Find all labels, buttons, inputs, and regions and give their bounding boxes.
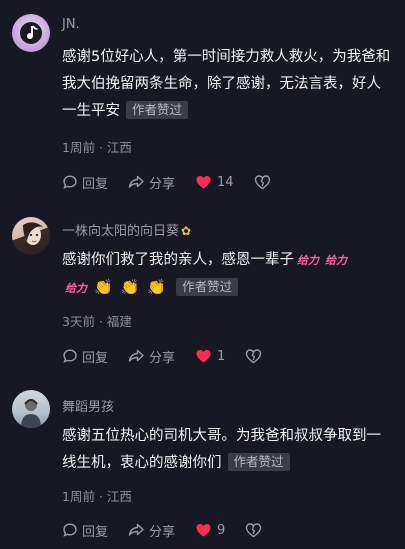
author-liked-badge: 作者赞过 (227, 453, 290, 471)
like-count: 9 (217, 522, 226, 538)
author-liked-badge: 作者赞过 (176, 278, 239, 296)
broken-heart-icon (254, 175, 270, 190)
avatar[interactable] (12, 14, 50, 52)
reply-label: 回复 (82, 350, 109, 366)
share-icon (128, 175, 144, 188)
sticker-emoji: 给力 (297, 254, 319, 267)
clap-emoji: 👏 (147, 278, 167, 296)
reply-button[interactable]: 回复 (62, 173, 108, 192)
sticker-emoji: 给力 (325, 254, 347, 267)
avatar[interactable] (12, 217, 50, 255)
heart-filled-icon (196, 524, 211, 537)
sunflower-icon: ✿ (181, 224, 192, 238)
like-button[interactable]: 1 (195, 348, 225, 364)
author-name: 一株向太阳的向日葵 (62, 224, 180, 239)
comment-actions: 回复 分享 9 (62, 520, 286, 540)
comment-text: 感谢5位好心人，第一时间接力救人救火，为我爸和我大伯挽留两条生命，除了感谢，无法… (62, 44, 392, 125)
tiktok-note-icon (20, 22, 42, 44)
comment-author[interactable]: 舞蹈男孩 (62, 396, 114, 415)
comment-body: 感谢五位热心的司机大哥。为我爸和叔叔争取到一线生机，衷心的感谢你们 (62, 428, 381, 471)
reply-icon (63, 349, 77, 363)
comment-meta: 3天前 · 福建 (62, 314, 132, 329)
comment-feed: JN. 感谢5位好心人，第一时间接力救人救火，为我爸和我大伯挽留两条生命，除了感… (0, 0, 405, 549)
reply-label: 回复 (82, 524, 109, 540)
sticker-emoji: 给力 (65, 282, 87, 295)
comment-author[interactable]: 一株向太阳的向日葵 ✿ (62, 220, 191, 239)
reply-icon (63, 523, 77, 537)
comment-actions: 回复 分享 14 (62, 172, 295, 192)
like-count: 14 (217, 174, 234, 190)
comment-text: 感谢五位热心的司机大哥。为我爸和叔叔争取到一线生机，衷心的感谢你们 作者赞过 (62, 423, 392, 477)
heart-filled-icon (196, 350, 211, 363)
portrait-icon (23, 222, 43, 245)
comment-author[interactable]: JN. (62, 17, 80, 32)
share-label: 分享 (149, 350, 176, 366)
broken-heart-icon (246, 523, 262, 538)
share-icon (128, 349, 144, 362)
share-label: 分享 (149, 524, 176, 540)
reply-button[interactable]: 回复 (62, 521, 108, 540)
author-liked-badge: 作者赞过 (126, 101, 189, 119)
comment-meta: 1周前 · 江西 (62, 489, 132, 504)
portrait-icon (21, 399, 41, 428)
comment-body: 感谢你们救了我的亲人，感恩一辈子 (62, 252, 294, 268)
dislike-button[interactable] (254, 174, 275, 190)
clap-emoji: 👏 (120, 278, 140, 296)
share-button[interactable]: 分享 (128, 173, 175, 192)
reply-label: 回复 (82, 176, 109, 192)
comment-body: 感谢5位好心人，第一时间接力救人救火，为我爸和我大伯挽留两条生命，除了感谢，无法… (62, 49, 391, 119)
reply-button[interactable]: 回复 (62, 347, 108, 366)
share-button[interactable]: 分享 (128, 347, 175, 366)
broken-heart-icon (246, 349, 262, 364)
like-button[interactable]: 9 (195, 522, 225, 538)
heart-filled-icon (196, 176, 211, 189)
like-button[interactable]: 14 (195, 174, 234, 190)
dislike-button[interactable] (245, 522, 266, 538)
clap-emoji: 👏 (94, 278, 113, 296)
comment-meta: 1周前 · 江西 (62, 140, 132, 155)
dislike-button[interactable] (245, 348, 266, 364)
share-icon (128, 523, 144, 536)
share-button[interactable]: 分享 (128, 521, 175, 540)
share-label: 分享 (149, 176, 176, 192)
comment-text: 感谢你们救了我的亲人，感恩一辈子 给力 给力 给力 👏 👏 👏 作者赞过 (62, 247, 392, 302)
comment-actions: 回复 分享 1 (62, 346, 286, 366)
reply-icon (63, 175, 77, 189)
like-count: 1 (217, 348, 226, 364)
avatar[interactable] (12, 390, 50, 428)
